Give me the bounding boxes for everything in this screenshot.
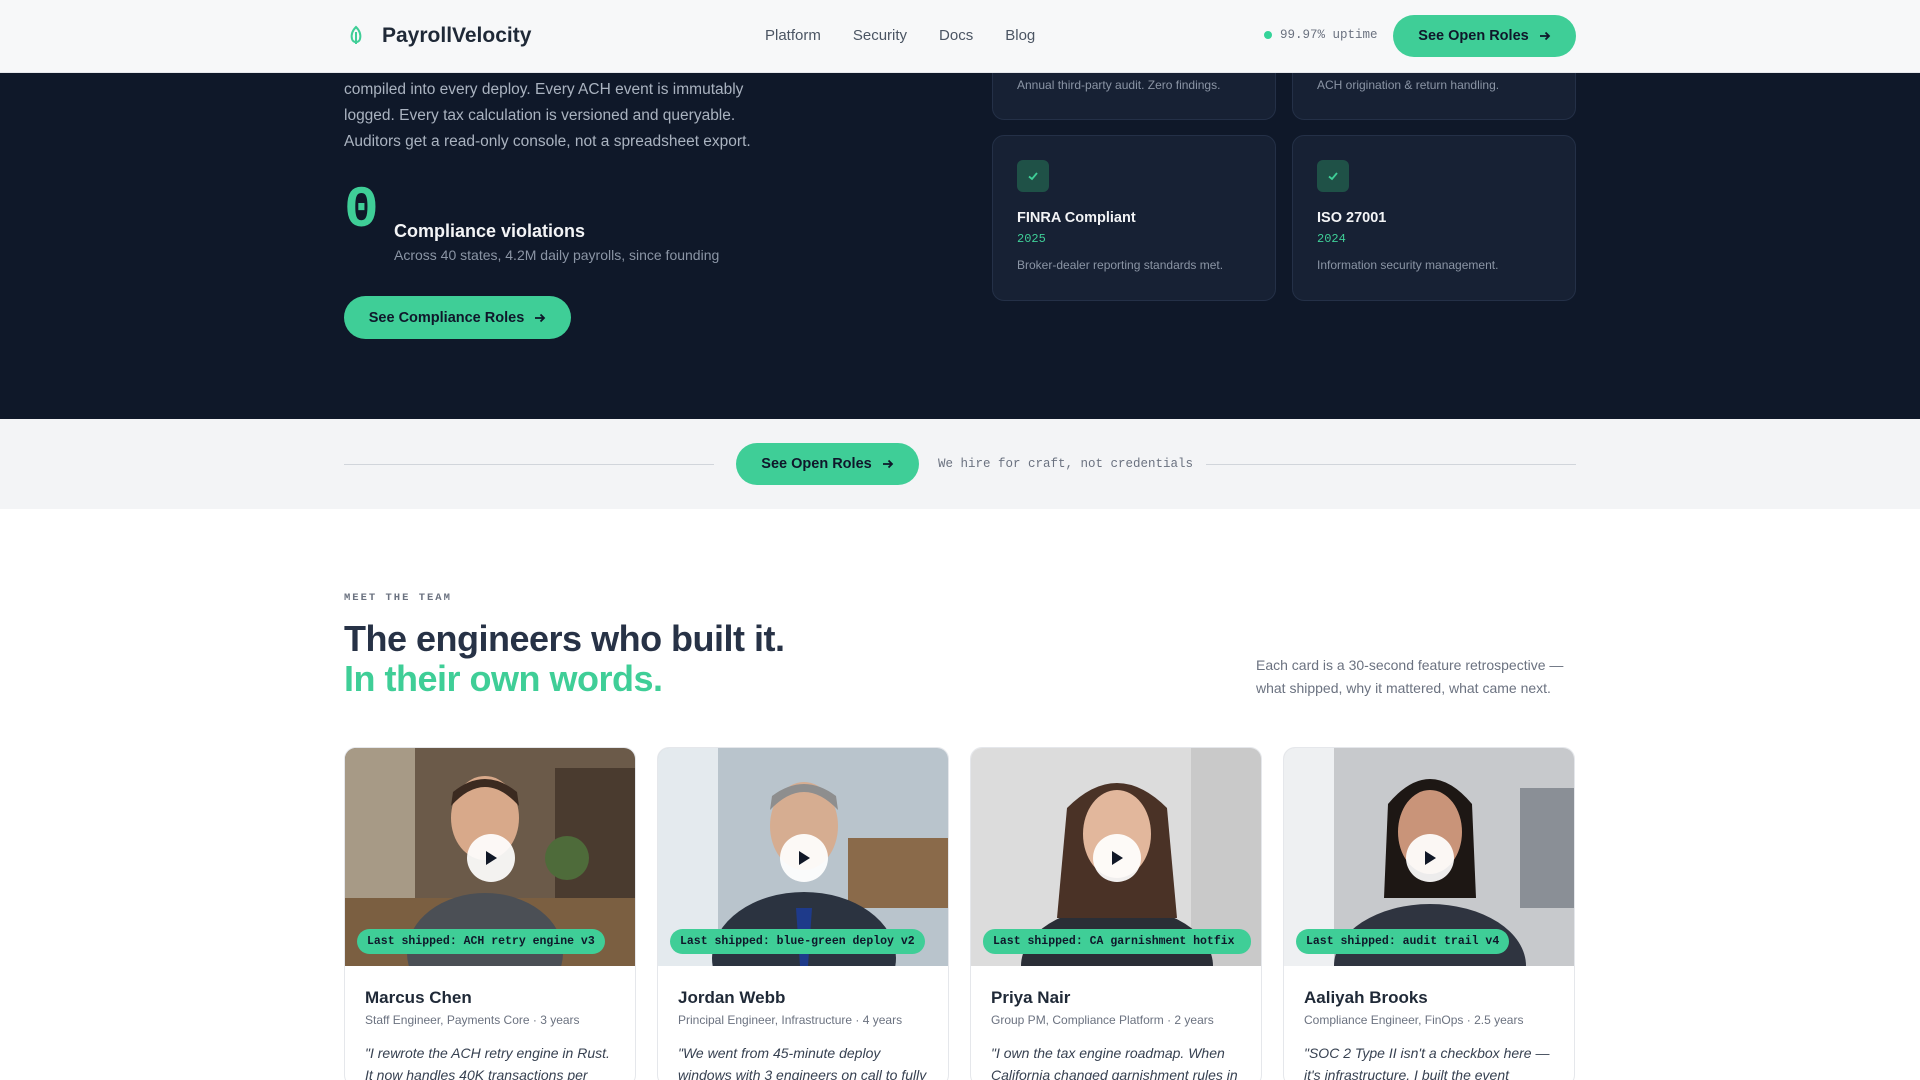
band-open-roles-button[interactable]: See Open Roles [736,443,919,485]
see-compliance-roles-button[interactable]: See Compliance Roles [344,296,571,339]
violations-count: 0 [344,179,379,244]
cert-card-finra: FINRA Compliant 2025 Broker-dealer repor… [992,135,1276,301]
nav-cta-label: See Open Roles [1418,28,1529,44]
violations-title: Compliance violations [394,221,586,241]
compliance-intro: compiled into every deploy. Every ACH ev… [344,81,751,150]
cert-desc: Annual third-party audit. Zero findings. [1017,78,1221,92]
team-title-accent: In their own words. [344,658,663,699]
member-role: Compliance Engineer, FinOps · 2.5 years [1304,1013,1524,1027]
nav-link-security[interactable]: Security [853,27,907,44]
cert-card-iso: ISO 27001 2024 Information security mana… [1292,135,1576,301]
violations-subtitle: Across 40 states, 4.2M daily payrolls, s… [394,247,720,263]
cert-card-nacha: ACH origination & return handling. [1292,72,1576,120]
band-tagline: We hire for craft, not credentials [938,457,1194,471]
brand-name: PayrollVelocity [382,24,532,47]
member-quote: "I rewrote the ACH retry engine in Rust.… [365,1045,610,1080]
team-card[interactable]: Last shipped: CA garnishment hotfix Priy… [970,747,1262,1080]
uptime-text: 99.97% uptime [1280,28,1378,42]
brand[interactable]: PayrollVelocity [344,24,531,48]
team-title: The engineers who built it. [344,618,785,659]
member-role: Staff Engineer, Payments Core · 3 years [365,1013,580,1027]
nav-link-blog[interactable]: Blog [1005,27,1035,44]
team-card[interactable]: Last shipped: audit trail v4 Aaliyah Bro… [1283,747,1575,1080]
compliance-button-label: See Compliance Roles [368,309,525,326]
last-shipped-badge: Last shipped: ACH retry engine v3 [357,929,605,954]
arrow-right-icon [535,313,546,322]
member-role: Principal Engineer, Infrastructure · 4 y… [678,1013,903,1027]
last-shipped-badge: Last shipped: blue-green deploy v2 [670,929,925,954]
team-card[interactable]: Last shipped: ACH retry engine v3 Marcus… [344,747,636,1080]
uptime-status: 99.97% uptime [1264,28,1378,42]
team-note: Each card is a 30-second feature retrosp… [1256,657,1564,696]
cert-year: 2024 [1317,232,1346,246]
member-name: Marcus Chen [365,988,472,1007]
member-quote: "We went from 45-minute deploy windows w… [678,1045,927,1080]
nav-link-docs[interactable]: Docs [939,27,973,44]
play-icon[interactable] [1406,834,1454,882]
compliance-section: compiled into every deploy. Every ACH ev… [0,72,1920,419]
member-role: Group PM, Compliance Platform · 2 years [991,1013,1214,1027]
member-name: Jordan Webb [678,988,786,1007]
cert-year: 2025 [1017,232,1046,246]
check-icon [1017,160,1049,192]
cert-name: FINRA Compliant [1017,210,1136,226]
video-thumbnail[interactable]: Last shipped: blue-green deploy v2 [658,748,948,966]
team-card[interactable]: Last shipped: blue-green deploy v2 Jorda… [657,747,949,1080]
cert-desc: ACH origination & return handling. [1317,78,1500,92]
arrow-right-icon [882,459,893,469]
cert-desc: Broker-dealer reporting standards met. [1017,258,1224,272]
video-thumbnail[interactable]: Last shipped: CA garnishment hotfix [971,748,1261,966]
divider [1206,464,1576,465]
last-shipped-badge: Last shipped: CA garnishment hotfix [983,929,1251,954]
top-nav: PayrollVelocity Platform Security Docs B… [0,0,1920,73]
hiring-band: See Open Roles We hire for craft, not cr… [0,419,1920,509]
see-open-roles-button[interactable]: See Open Roles [1393,15,1576,57]
leaf-logo-icon [350,25,362,44]
play-icon[interactable] [467,834,515,882]
nav-links: Platform Security Docs Blog [765,27,1035,44]
last-shipped-badge: Last shipped: audit trail v4 [1296,929,1510,954]
check-icon [1317,160,1349,192]
member-quote: "SOC 2 Type II isn't a checkbox here — i… [1304,1045,1550,1080]
video-thumbnail[interactable]: Last shipped: audit trail v4 [1284,748,1574,966]
play-icon[interactable] [1093,834,1141,882]
play-icon[interactable] [780,834,828,882]
divider [344,464,714,465]
team-eyebrow: MEET THE TEAM [344,592,452,604]
video-thumbnail[interactable]: Last shipped: ACH retry engine v3 [345,748,635,966]
status-dot-icon [1264,31,1272,39]
cert-card-soc2: Annual third-party audit. Zero findings. [992,72,1276,120]
member-name: Priya Nair [991,988,1071,1007]
member-quote: "I own the tax engine roadmap. When Cali… [991,1045,1238,1080]
cert-name: ISO 27001 [1317,210,1387,226]
arrow-right-icon [1539,31,1550,41]
nav-link-platform[interactable]: Platform [765,27,821,44]
band-button-label: See Open Roles [761,456,872,472]
cert-desc: Information security management. [1317,258,1499,272]
member-name: Aaliyah Brooks [1304,988,1428,1007]
